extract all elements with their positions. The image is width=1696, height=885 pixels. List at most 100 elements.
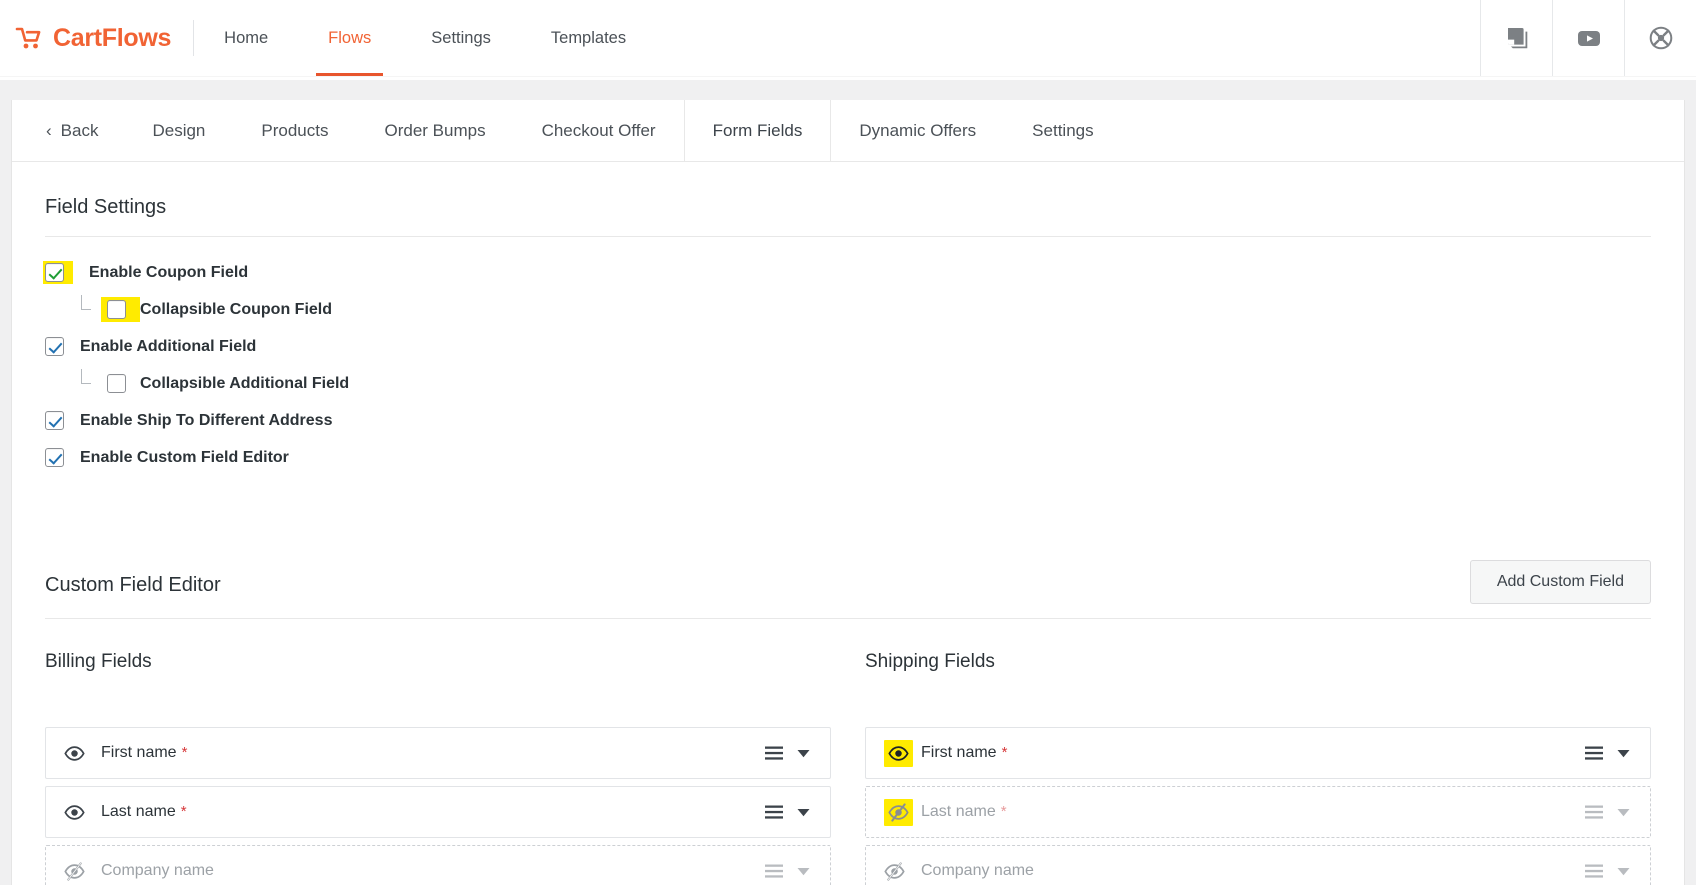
setting-row-collapsible-additional-field: Collapsible Additional Field — [45, 365, 1651, 402]
shipping-fields-column: Shipping Fields First name * Last name *… — [865, 651, 1651, 885]
row-controls — [764, 745, 810, 761]
required-asterisk: * — [1000, 803, 1007, 820]
drag-handle-icon[interactable] — [1584, 745, 1604, 761]
app-page: Checkout (Woo) CartFlows Home Flows Sett… — [0, 0, 1696, 885]
field-label-wrap: Last name * — [921, 803, 1007, 821]
custom-field-editor-header: Custom Field Editor Add Custom Field — [45, 538, 1651, 604]
custom-field-editor-title: Custom Field Editor — [45, 573, 221, 596]
eye-slash-icon — [884, 861, 905, 881]
field-label-wrap: Last name * — [101, 803, 187, 821]
brand-name: CartFlows — [53, 23, 172, 52]
checkbox-wrap — [101, 371, 140, 396]
chevron-down-icon[interactable] — [1617, 749, 1630, 758]
setting-row-enable-custom-field-editor: Enable Custom Field Editor — [45, 439, 1651, 476]
field-label-wrap: First name * — [921, 744, 1007, 762]
chevron-down-icon[interactable] — [1617, 808, 1630, 817]
menu-item-templates[interactable]: Templates — [521, 0, 656, 76]
visibility-toggle[interactable] — [884, 861, 910, 882]
setting-row-enable-additional-field: Enable Additional Field — [45, 328, 1651, 365]
field-label: First name — [921, 744, 997, 761]
field-label-wrap: Company name — [101, 862, 214, 880]
billing-fields-title: Billing Fields — [45, 651, 152, 672]
menu-item-flows[interactable]: Flows — [298, 0, 401, 76]
eye-slash-icon — [888, 802, 909, 822]
eye-slash-icon — [64, 861, 85, 881]
form-fields-panel: Field Settings Enable Coupon Field Colla… — [12, 162, 1684, 885]
row-controls — [1584, 745, 1630, 761]
brand-logo-area[interactable]: CartFlows — [0, 0, 193, 76]
field-label: Company name — [921, 862, 1034, 879]
drag-handle-icon[interactable] — [1584, 804, 1604, 820]
support-wheel-icon[interactable] — [1624, 0, 1696, 76]
tab-checkout-offer[interactable]: Checkout Offer — [514, 100, 684, 161]
eye-icon — [64, 745, 85, 761]
back-label: Back — [60, 120, 99, 140]
checkbox-enable-coupon-field[interactable] — [45, 263, 64, 282]
row-controls — [764, 804, 810, 820]
menu-item-home[interactable]: Home — [194, 0, 298, 76]
nav-icon-group — [1480, 0, 1696, 76]
chevron-down-icon[interactable] — [797, 749, 810, 758]
checkbox-enable-additional-field[interactable] — [45, 337, 64, 356]
tree-connector-icon — [77, 368, 99, 395]
shipping-field-row-first-name[interactable]: First name * — [865, 727, 1651, 779]
field-settings-title: Field Settings — [45, 196, 167, 218]
chevron-left-icon: ‹ — [46, 121, 52, 140]
chevron-down-icon[interactable] — [1617, 867, 1630, 876]
cartflows-cart-icon — [14, 23, 44, 53]
drag-handle-icon[interactable] — [1584, 863, 1604, 879]
drag-handle-icon[interactable] — [764, 745, 784, 761]
chevron-down-icon[interactable] — [797, 808, 810, 817]
checkbox-collapsible-additional-field[interactable] — [107, 374, 126, 393]
visibility-toggle[interactable] — [884, 798, 913, 826]
field-settings-list: Enable Coupon Field Collapsible Coupon F… — [43, 237, 1651, 476]
visibility-toggle[interactable] — [64, 743, 90, 764]
tab-settings[interactable]: Settings — [1004, 100, 1121, 161]
billing-field-row-company-name[interactable]: Company name — [45, 845, 831, 885]
required-asterisk: * — [180, 803, 187, 820]
drag-handle-icon[interactable] — [764, 804, 784, 820]
docs-book-icon[interactable] — [1480, 0, 1552, 76]
checkbox-enable-custom-field-editor[interactable] — [45, 448, 64, 467]
setting-row-enable-coupon-field: Enable Coupon Field — [43, 254, 1651, 291]
tab-form-fields[interactable]: Form Fields — [683, 100, 832, 161]
row-controls — [1584, 863, 1630, 879]
billing-field-row-first-name[interactable]: First name * — [45, 727, 831, 779]
highlight-marker — [884, 798, 913, 826]
field-columns: Billing Fields First name * Last name * … — [45, 619, 1651, 885]
visibility-toggle[interactable] — [64, 861, 90, 882]
tab-products[interactable]: Products — [233, 100, 356, 161]
field-label: Company name — [101, 862, 214, 879]
setting-label: Collapsible Additional Field — [140, 374, 350, 392]
highlight-marker — [884, 739, 913, 767]
setting-label: Enable Additional Field — [80, 337, 257, 355]
top-navigation-bar: CartFlows Home Flows Settings Templates — [0, 0, 1696, 76]
field-label-wrap: Company name — [921, 862, 1034, 880]
billing-fields-column: Billing Fields First name * Last name * … — [45, 651, 831, 885]
billing-field-row-last-name[interactable]: Last name * — [45, 786, 831, 838]
shipping-field-row-company-name[interactable]: Company name — [865, 845, 1651, 885]
checkbox-enable-ship-to-different-address[interactable] — [45, 411, 64, 430]
setting-label: Enable Coupon Field — [89, 263, 249, 281]
shipping-field-row-last-name[interactable]: Last name * — [865, 786, 1651, 838]
tabs-filler — [1122, 100, 1684, 161]
visibility-toggle[interactable] — [64, 802, 90, 823]
tab-dynamic-offers[interactable]: Dynamic Offers — [831, 100, 1004, 161]
visibility-toggle[interactable] — [884, 739, 913, 767]
chevron-down-icon[interactable] — [797, 867, 810, 876]
row-controls — [1584, 804, 1630, 820]
eye-icon — [888, 745, 909, 761]
menu-item-settings[interactable]: Settings — [401, 0, 521, 76]
add-custom-field-button[interactable]: Add Custom Field — [1469, 560, 1651, 604]
main-menu: Home Flows Settings Templates — [194, 0, 656, 76]
drag-handle-icon[interactable] — [764, 863, 784, 879]
tab-order-bumps[interactable]: Order Bumps — [356, 100, 513, 161]
flow-step-tabs: ‹ Back Design Products Order Bumps Check… — [12, 100, 1684, 162]
tab-design[interactable]: Design — [124, 100, 233, 161]
required-asterisk: * — [181, 744, 188, 761]
field-label: Last name — [921, 803, 996, 820]
youtube-video-icon[interactable] — [1552, 0, 1624, 76]
checkbox-collapsible-coupon-field[interactable] — [107, 300, 126, 319]
back-button[interactable]: ‹ Back — [12, 100, 124, 161]
